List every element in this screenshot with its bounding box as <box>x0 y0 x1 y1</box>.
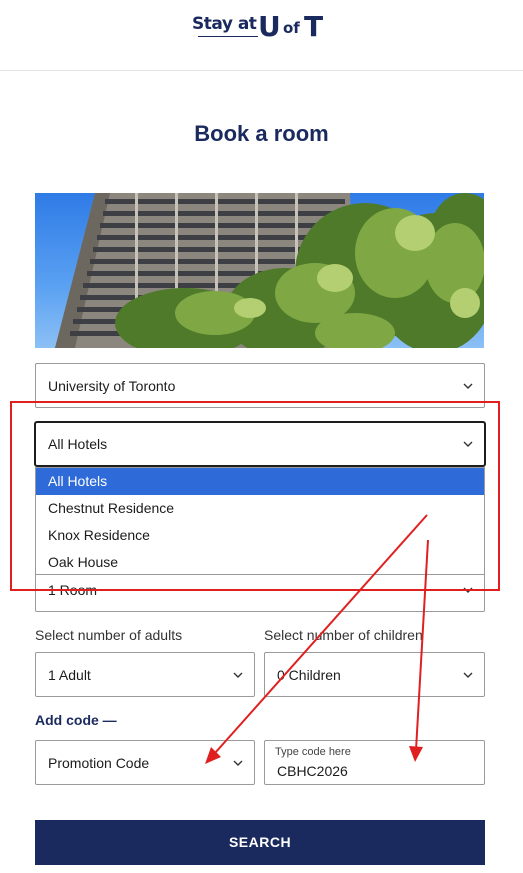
adults-select[interactable]: 1 Adult <box>35 652 255 697</box>
hotel-select-value: All Hotels <box>48 436 108 452</box>
rooms-select-value: 1 Room <box>48 582 98 598</box>
university-select-value: University of Toronto <box>48 377 176 394</box>
promo-code-input-label: Type code here <box>275 746 351 758</box>
adults-select-value: 1 Adult <box>48 666 91 683</box>
university-select[interactable]: University of Toronto <box>35 363 485 408</box>
logo-underline <box>198 36 258 37</box>
residence-hero-image <box>35 193 484 348</box>
promotion-code-select[interactable]: Promotion Code <box>35 740 255 785</box>
chevron-down-icon <box>462 380 474 392</box>
chevron-down-icon <box>462 438 474 450</box>
hotel-option-knox-residence[interactable]: Knox Residence <box>36 522 484 549</box>
chevron-down-icon <box>232 669 244 681</box>
stay-at-uoft-logo[interactable]: Stay at U of T <box>190 8 340 48</box>
collapse-dash-icon: — <box>102 712 117 728</box>
hotel-dropdown-list: All Hotels Chestnut Residence Knox Resid… <box>35 467 485 575</box>
children-select[interactable]: 0 Children <box>264 652 485 697</box>
add-code-label: Add code <box>35 712 99 728</box>
children-label: Select number of children <box>264 627 423 643</box>
logo-of-text: of <box>283 19 300 37</box>
adults-label: Select number of adults <box>35 627 183 643</box>
hotel-option-all-hotels[interactable]: All Hotels <box>36 468 484 495</box>
add-code-toggle[interactable]: Add code — <box>35 712 117 728</box>
logo-t-text: T <box>304 10 324 43</box>
page-title: Book a room <box>194 121 329 146</box>
search-button[interactable]: SEARCH <box>35 820 485 865</box>
logo-stay-text: Stay at <box>192 14 257 34</box>
hotel-select[interactable]: All Hotels <box>34 421 486 467</box>
hotel-option-chestnut-residence[interactable]: Chestnut Residence <box>36 495 484 522</box>
hero-illustration <box>55 193 484 348</box>
promotion-code-select-value: Promotion Code <box>48 754 150 771</box>
hotel-option-oak-house[interactable]: Oak House <box>36 549 484 576</box>
site-header: Stay at U of T <box>0 0 523 71</box>
chevron-down-icon <box>462 669 474 681</box>
chevron-down-icon <box>232 757 244 769</box>
promo-code-input[interactable]: Type code here CBHC2026 <box>264 740 485 785</box>
promo-code-input-value: CBHC2026 <box>277 763 348 779</box>
children-select-value: 0 Children <box>277 666 341 683</box>
chevron-down-icon <box>462 584 474 596</box>
logo-u-text: U <box>258 10 281 43</box>
